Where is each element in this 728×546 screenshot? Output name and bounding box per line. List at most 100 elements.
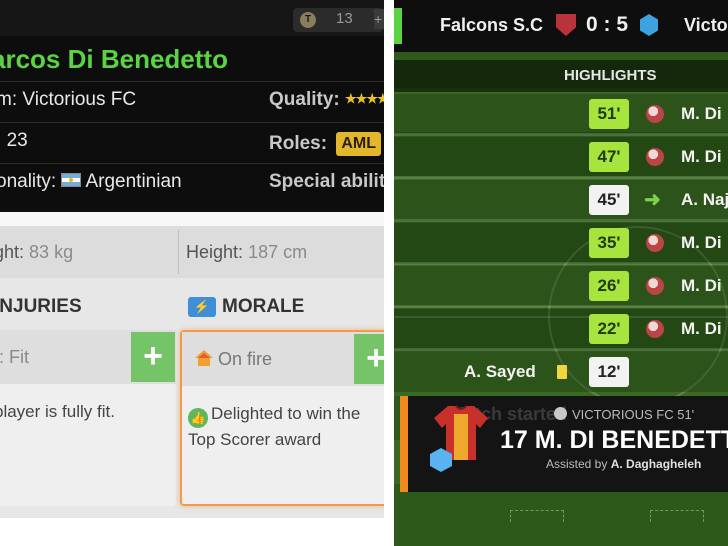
football-icon	[646, 320, 664, 338]
nationality-label: onality:	[0, 171, 57, 192]
weight-label: ght:	[0, 242, 25, 262]
event-minute: 47'	[589, 142, 629, 172]
event-player: M. Di	[681, 233, 722, 252]
quality-field: Quality: ★★★★★	[269, 89, 384, 111]
player-profile-panel: T 13 + arcos Di Benedetto m: Victorious …	[0, 0, 384, 546]
height-label: Height:	[186, 242, 244, 262]
morale-card: On fire + 👍 Delighted to win the Top Scor…	[180, 330, 384, 506]
morale-title: MORALE	[222, 296, 305, 317]
injury-card: y: Fit + player is fully fit.	[0, 330, 176, 506]
team-field: m: Victorious FC	[0, 89, 136, 111]
coin-count: 13	[336, 10, 353, 27]
highlights-title: HIGHLIGHTS	[564, 67, 657, 84]
pitch-box-line	[650, 510, 704, 522]
event-minute: 22'	[589, 314, 629, 344]
argentina-flag-icon	[61, 173, 82, 187]
highlight-row[interactable]	[394, 180, 728, 220]
injury-treat-button[interactable]: +	[131, 332, 175, 382]
highlight-row[interactable]	[394, 266, 728, 306]
screenshot-root: T 13 + arcos Di Benedetto m: Victorious …	[0, 0, 728, 546]
bottom-bar	[0, 518, 384, 546]
score-bar-accent	[394, 8, 402, 44]
nationality-value: Argentinian	[85, 171, 182, 192]
role-tag: AML	[336, 132, 382, 156]
highlights-header	[394, 60, 728, 92]
event-minute: 45'	[589, 185, 629, 215]
assist-name: A. Daghagheleh	[610, 457, 702, 471]
event-player: M. Di	[681, 147, 722, 166]
divider	[0, 122, 384, 123]
roles-field: Roles: AML	[269, 130, 384, 156]
home-icon	[195, 350, 213, 366]
weight-value: 83 kg	[29, 242, 74, 262]
height-value: 187 cm	[248, 242, 308, 262]
highlight-row[interactable]	[394, 137, 728, 177]
event-minute: 26'	[589, 271, 629, 301]
divider	[394, 262, 728, 265]
special-ability-label: Special ability	[269, 171, 384, 192]
divider	[0, 81, 384, 82]
morale-description-text: Delighted to win the Top Scorer award	[188, 404, 361, 449]
match-highlights-panel: Falcons S.C 0 : 5 Victor HIGHLIGHTS 51' …	[394, 0, 728, 546]
football-icon	[646, 234, 664, 252]
divider	[178, 230, 179, 274]
team-value[interactable]: Victorious FC	[22, 89, 136, 110]
away-team-name: Victor	[684, 15, 728, 35]
pitch-box-line	[510, 510, 564, 522]
football-icon	[646, 277, 664, 295]
goal-assist: Assisted by A. Daghagheleh	[546, 457, 701, 471]
highlight-row[interactable]	[394, 309, 728, 349]
morale-boost-button[interactable]: +	[354, 334, 384, 384]
roles-label: Roles:	[269, 133, 328, 154]
add-coins-button[interactable]: +	[374, 9, 384, 29]
event-player: M. Di	[681, 319, 722, 338]
injuries-title: INJURIES	[0, 296, 82, 317]
lightning-icon: ⚡	[188, 297, 216, 317]
quality-label: Quality:	[269, 89, 340, 110]
divider	[394, 133, 728, 136]
team-label: m:	[0, 89, 18, 110]
football-icon	[646, 148, 664, 166]
divider	[394, 348, 728, 351]
event-player: M. Di	[681, 104, 722, 123]
goal-scorer: 17 M. DI BENEDETT	[500, 426, 728, 454]
divider	[394, 219, 728, 222]
divider	[0, 212, 384, 226]
injury-status: y: Fit	[0, 347, 29, 367]
age-value: 23	[6, 130, 28, 151]
age-field: : 23	[0, 130, 28, 152]
morale-description: 👍 Delighted to win the Top Scorer award	[188, 402, 384, 451]
divider	[394, 176, 728, 179]
info-row-age: : 23 Roles: AML	[0, 122, 384, 162]
event-minute: 35'	[589, 228, 629, 258]
substitution-arrow-icon: ➜	[644, 189, 661, 211]
divider	[394, 305, 728, 308]
weight-field: ght: 83 kg	[0, 242, 73, 263]
match-score: 0 : 5	[586, 13, 629, 36]
player-name: arcos Di Benedetto	[0, 44, 228, 74]
nationality-field: onality: Argentinian	[0, 171, 182, 193]
quality-stars-icon: ★★★★★	[345, 91, 384, 106]
event-player: M. Di	[681, 276, 722, 295]
height-field: Height: 187 cm	[186, 242, 307, 263]
event-player: A. Naj	[681, 190, 728, 209]
divider	[0, 163, 384, 164]
football-icon	[646, 105, 664, 123]
info-row-nationality: onality: Argentinian Special ability	[0, 163, 384, 203]
morale-status: On fire	[218, 349, 273, 369]
yellow-card-icon	[557, 365, 567, 379]
injury-description: player is fully fit.	[0, 402, 115, 421]
football-icon	[554, 407, 567, 420]
event-minute: 12'	[589, 357, 629, 387]
age-label: :	[0, 130, 1, 151]
goal-team-minute: VICTORIOUS FC 51'	[572, 407, 695, 422]
event-player: A. Sayed	[464, 362, 536, 381]
home-team-name: Falcons S.C	[440, 15, 544, 35]
info-row-team: m: Victorious FC Quality: ★★★★★	[0, 81, 384, 121]
assist-prefix: Assisted by	[546, 457, 608, 471]
coin-icon: T	[300, 12, 316, 28]
highlight-row[interactable]	[394, 223, 728, 263]
thumbs-up-icon: 👍	[188, 408, 208, 428]
event-minute: 51'	[589, 99, 629, 129]
highlight-row[interactable]	[394, 94, 728, 134]
